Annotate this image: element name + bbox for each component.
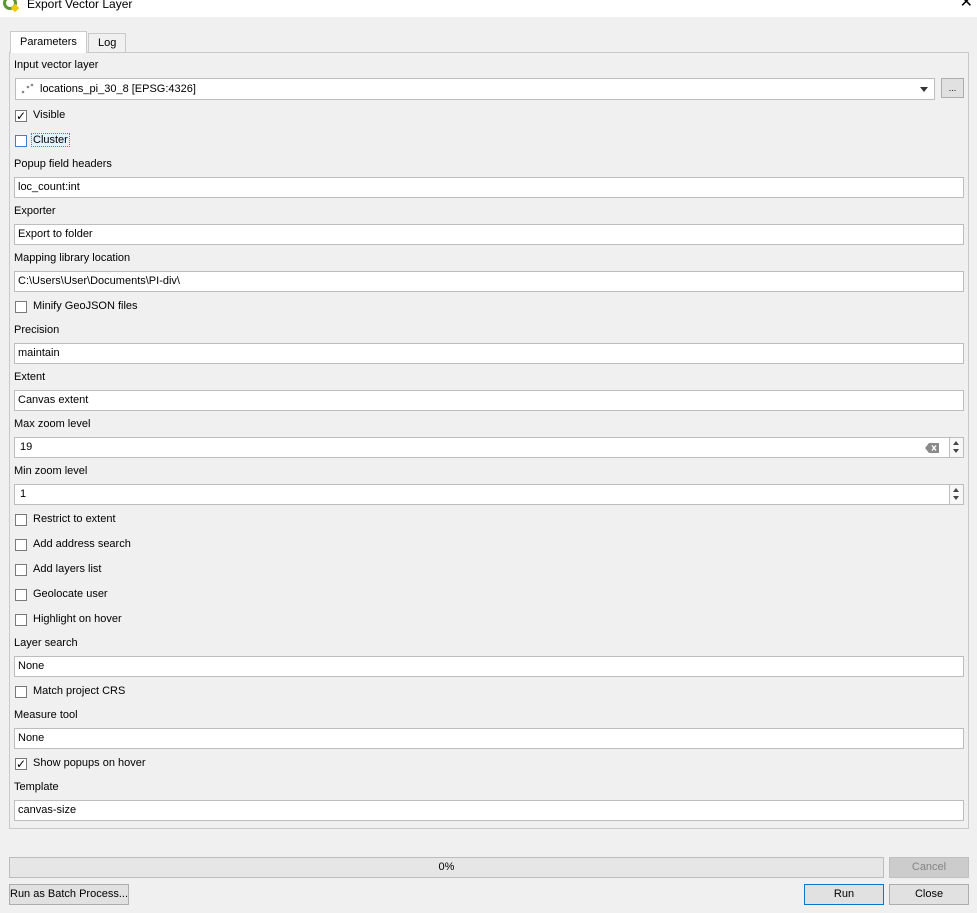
match-crs-checkbox[interactable]	[15, 686, 27, 698]
highlight-checkbox[interactable]	[15, 614, 27, 626]
increment-icon[interactable]	[953, 441, 959, 445]
precision-input[interactable]: maintain	[14, 343, 964, 364]
template-input[interactable]: canvas-size	[14, 800, 964, 821]
input-vector-layer-value: locations_pi_30_8 [EPSG:4326]	[40, 83, 196, 95]
progress-text: 0%	[438, 861, 455, 873]
tab-log[interactable]: Log	[88, 33, 127, 53]
chevron-down-icon[interactable]	[920, 87, 928, 92]
measure-tool-label: Measure tool	[14, 709, 78, 721]
mapping-library-label: Mapping library location	[14, 252, 131, 264]
cluster-checkbox[interactable]	[15, 135, 27, 147]
decrement-icon[interactable]	[953, 449, 959, 453]
layer-search-input[interactable]: None	[14, 656, 964, 677]
clear-value-icon[interactable]	[925, 443, 939, 453]
match-crs-label: Match project CRS	[33, 685, 126, 697]
min-zoom-label: Min zoom level	[14, 465, 88, 477]
minify-checkbox[interactable]	[15, 301, 27, 313]
point-layer-icon	[21, 83, 34, 94]
popup-field-headers-input[interactable]: loc_count:int	[14, 177, 964, 198]
highlight-label: Highlight on hover	[33, 613, 122, 625]
run-button[interactable]: Run	[804, 884, 884, 905]
show-popups-label: Show popups on hover	[33, 757, 146, 769]
close-button[interactable]: Close	[889, 884, 969, 905]
run-batch-button[interactable]: Run as Batch Process...	[9, 884, 129, 905]
restrict-extent-label: Restrict to extent	[33, 513, 116, 525]
browse-layer-button[interactable]: ...	[941, 78, 964, 98]
qgis-logo-icon	[3, 0, 19, 12]
decrement-icon[interactable]	[953, 496, 959, 500]
cancel-button[interactable]: Cancel	[889, 857, 969, 878]
cluster-label: Cluster	[31, 133, 70, 147]
input-vector-layer-combo[interactable]: locations_pi_30_8 [EPSG:4326]	[15, 78, 935, 100]
max-zoom-value: 19	[20, 441, 33, 453]
close-window-icon[interactable]: ✕	[960, 0, 973, 11]
visible-checkbox[interactable]: ✓	[15, 110, 27, 122]
input-vector-layer-label: Input vector layer	[14, 59, 99, 71]
address-search-label: Add address search	[33, 538, 131, 550]
address-search-checkbox[interactable]	[15, 539, 27, 551]
exporter-input[interactable]: Export to folder	[14, 224, 964, 245]
show-popups-checkbox[interactable]: ✓	[15, 758, 27, 770]
max-zoom-spinbox[interactable]: 19	[14, 437, 964, 458]
mapping-library-input[interactable]: C:\Users\User\Documents\PI-div\	[14, 271, 964, 292]
visible-label: Visible	[33, 109, 66, 121]
layers-list-checkbox[interactable]	[15, 564, 27, 576]
extent-input[interactable]: Canvas extent	[14, 390, 964, 411]
precision-label: Precision	[14, 324, 60, 336]
popup-field-headers-label: Popup field headers	[14, 158, 112, 170]
geolocate-checkbox[interactable]	[15, 589, 27, 601]
layer-search-label: Layer search	[14, 637, 78, 649]
min-zoom-stepper[interactable]	[949, 485, 963, 504]
max-zoom-stepper[interactable]	[949, 438, 963, 457]
restrict-extent-checkbox[interactable]	[15, 514, 27, 526]
measure-tool-input[interactable]: None	[14, 728, 964, 749]
min-zoom-spinbox[interactable]: 1	[14, 484, 964, 505]
increment-icon[interactable]	[953, 488, 959, 492]
minify-label: Minify GeoJSON files	[33, 300, 138, 312]
min-zoom-value: 1	[20, 488, 27, 500]
layers-list-label: Add layers list	[33, 563, 102, 575]
extent-label: Extent	[14, 371, 46, 383]
window-title: Export Vector Layer	[27, 0, 133, 11]
title-bar: Export Vector Layer ✕	[0, 0, 977, 17]
tab-parameters[interactable]: Parameters	[10, 31, 87, 53]
exporter-label: Exporter	[14, 205, 56, 217]
geolocate-label: Geolocate user	[33, 588, 108, 600]
progress-bar: 0%	[9, 857, 884, 878]
max-zoom-label: Max zoom level	[14, 418, 91, 430]
template-label: Template	[14, 781, 59, 793]
